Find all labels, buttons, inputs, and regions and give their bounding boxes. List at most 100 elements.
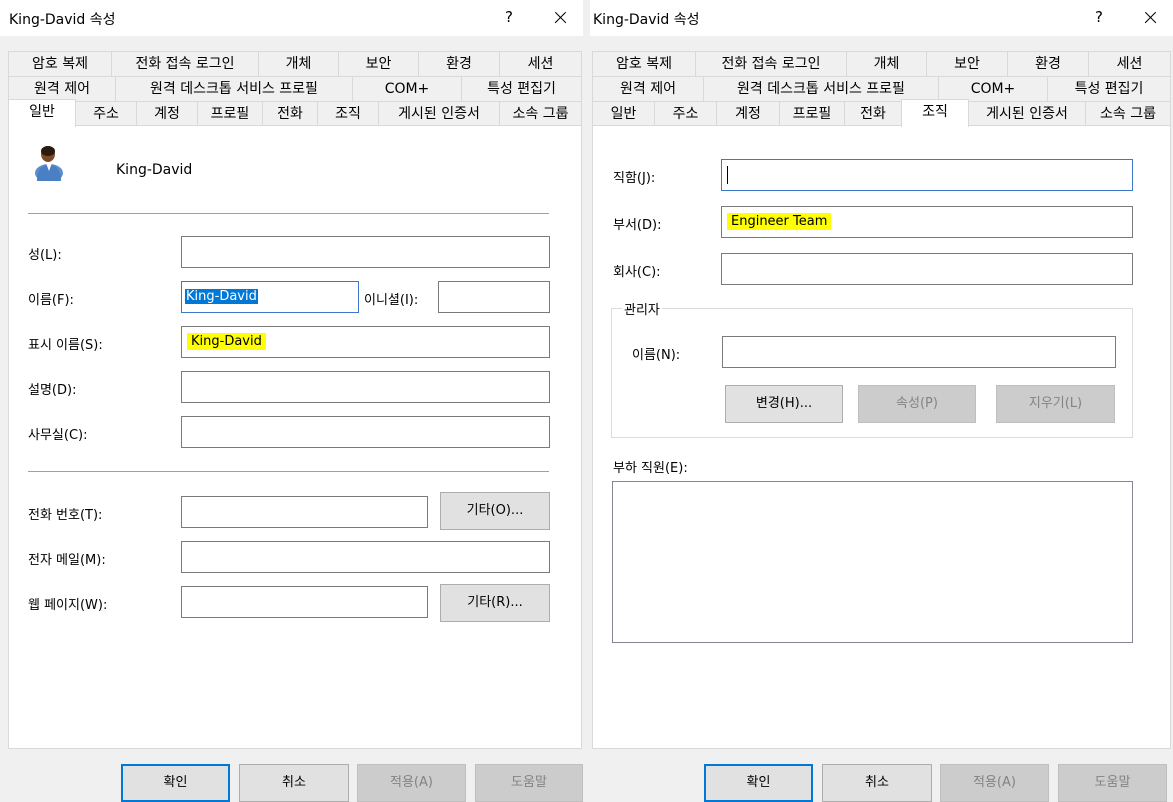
tab-address[interactable]: 주소	[654, 101, 717, 126]
tab-object[interactable]: 개체	[258, 51, 339, 76]
tab-com[interactable]: COM+	[352, 76, 462, 101]
department-input[interactable]: Engineer Team	[721, 206, 1133, 238]
tab-dialin[interactable]: 전화 접속 로그인	[695, 51, 847, 76]
web-other-button[interactable]: 기타(R)...	[440, 584, 550, 622]
tab-organization[interactable]: 조직	[901, 99, 969, 127]
department-value: Engineer Team	[727, 213, 832, 230]
tab-profile[interactable]: 프로필	[779, 101, 845, 126]
ok-button[interactable]: 확인	[121, 764, 230, 802]
apply-button[interactable]: 적용(A)	[357, 764, 466, 802]
tab-replication[interactable]: 암호 복제	[592, 51, 696, 76]
job-title-input[interactable]	[721, 159, 1133, 191]
office-label: 사무실(C):	[28, 428, 88, 443]
help-icon[interactable]: ?	[1095, 8, 1103, 26]
separator	[28, 471, 549, 472]
phone-other-button[interactable]: 기타(O)...	[440, 492, 550, 530]
last-name-label: 성(L):	[28, 248, 62, 263]
properties-dialog-general: King-David 속성 ? 암호 복제 전화 접속 로그인 개체 보안 환경…	[0, 0, 583, 802]
first-name-selected-text: King-David	[185, 289, 258, 304]
window-title: King-David 속성	[593, 12, 700, 28]
direct-reports-label: 부하 직원(E):	[613, 461, 688, 476]
tab-sessions[interactable]: 세션	[1088, 51, 1171, 76]
close-icon[interactable]	[547, 4, 575, 32]
email-label: 전자 메일(M):	[28, 553, 106, 568]
tab-rds-profile[interactable]: 원격 데스크톱 서비스 프로필	[703, 76, 939, 101]
manager-group: 관리자 이름(N): 변경(H)... 속성(P) 지우기(L)	[611, 299, 1133, 438]
title-bar: King-David 속성 ?	[0, 0, 583, 36]
tab-com[interactable]: COM+	[938, 76, 1048, 101]
help-button[interactable]: 도움말	[1058, 764, 1167, 802]
description-label: 설명(D):	[28, 383, 77, 398]
cancel-button[interactable]: 취소	[822, 764, 932, 802]
tab-published-certs[interactable]: 게시된 인증서	[968, 101, 1086, 126]
tab-object[interactable]: 개체	[846, 51, 927, 76]
organization-panel: 직함(J): 부서(D): Engineer Team 회사(C): 관리자 이…	[592, 125, 1171, 749]
office-input[interactable]	[181, 416, 550, 448]
company-label: 회사(C):	[613, 265, 661, 280]
title-bar: King-David 속성 ?	[590, 0, 1173, 36]
manager-clear-button[interactable]: 지우기(L)	[996, 385, 1115, 423]
tab-telephones[interactable]: 전화	[262, 101, 318, 126]
direct-reports-list[interactable]	[612, 481, 1133, 643]
display-name-input[interactable]: King-David	[181, 326, 550, 358]
user-display-name: King-David	[116, 162, 193, 178]
tab-dialin[interactable]: 전화 접속 로그인	[111, 51, 259, 76]
tab-row-1: 암호 복제 전화 접속 로그인 개체 보안 환경 세션	[592, 51, 1171, 76]
tab-replication[interactable]: 암호 복제	[8, 51, 112, 76]
tab-profile[interactable]: 프로필	[197, 101, 263, 126]
tab-member-of[interactable]: 소속 그룹	[499, 101, 582, 126]
last-name-input[interactable]	[181, 236, 550, 268]
tab-remote-control[interactable]: 원격 제어	[592, 76, 704, 101]
tab-row-3: 일반 주소 계정 프로필 전화 조직 게시된 인증서 소속 그룹	[592, 99, 1171, 127]
cancel-button[interactable]: 취소	[239, 764, 349, 802]
tab-security[interactable]: 보안	[926, 51, 1008, 76]
general-panel: King-David 성(L): 이름(F): King-David 이니셜(I…	[8, 125, 582, 749]
manager-group-title: 관리자	[622, 299, 662, 318]
manager-change-button[interactable]: 변경(H)...	[725, 385, 843, 423]
email-input[interactable]	[181, 541, 550, 573]
web-page-input[interactable]	[181, 586, 428, 618]
help-icon[interactable]: ?	[505, 8, 513, 26]
first-name-input[interactable]: King-David	[181, 281, 359, 313]
manager-properties-button[interactable]: 속성(P)	[858, 385, 976, 423]
phone-input[interactable]	[181, 496, 428, 528]
phone-label: 전화 번호(T):	[28, 508, 103, 523]
tab-published-certs[interactable]: 게시된 인증서	[378, 101, 500, 126]
company-input[interactable]	[721, 253, 1133, 285]
tab-telephones[interactable]: 전화	[844, 101, 902, 126]
ok-button[interactable]: 확인	[704, 764, 813, 802]
description-input[interactable]	[181, 371, 550, 403]
job-title-label: 직함(J):	[613, 171, 656, 186]
close-icon[interactable]	[1137, 4, 1165, 32]
tab-remote-control[interactable]: 원격 제어	[8, 76, 116, 101]
tab-row-3: 일반 주소 계정 프로필 전화 조직 게시된 인증서 소속 그룹	[8, 99, 582, 127]
tab-address[interactable]: 주소	[75, 101, 137, 126]
tab-account[interactable]: 계정	[716, 101, 780, 126]
properties-dialog-organization: King-David 속성 ? 암호 복제 전화 접속 로그인 개체 보안 환경…	[590, 0, 1173, 802]
tab-account[interactable]: 계정	[136, 101, 198, 126]
tab-general[interactable]: 일반	[592, 101, 655, 126]
help-button[interactable]: 도움말	[475, 764, 583, 802]
tab-environment[interactable]: 환경	[1007, 51, 1089, 76]
tab-attribute-editor[interactable]: 특성 편집기	[1047, 76, 1171, 101]
tab-row-2: 원격 제어 원격 데스크톱 서비스 프로필 COM+ 특성 편집기	[8, 76, 582, 101]
initials-input[interactable]	[438, 281, 550, 313]
tab-environment[interactable]: 환경	[418, 51, 500, 76]
manager-name-input[interactable]	[722, 336, 1116, 368]
tab-security[interactable]: 보안	[338, 51, 419, 76]
apply-button[interactable]: 적용(A)	[940, 764, 1049, 802]
separator	[28, 213, 549, 214]
display-name-value: King-David	[187, 333, 266, 350]
tab-attribute-editor[interactable]: 특성 편집기	[461, 76, 582, 101]
tab-organization[interactable]: 조직	[317, 101, 379, 126]
manager-name-label: 이름(N):	[632, 348, 681, 363]
user-avatar-icon	[35, 146, 63, 181]
tab-sessions[interactable]: 세션	[499, 51, 582, 76]
window-title: King-David 속성	[9, 12, 116, 28]
department-label: 부서(D):	[613, 218, 662, 233]
tab-general[interactable]: 일반	[8, 99, 76, 127]
initials-label: 이니셜(I):	[364, 293, 419, 308]
tab-row-1: 암호 복제 전화 접속 로그인 개체 보안 환경 세션	[8, 51, 582, 76]
tab-rds-profile[interactable]: 원격 데스크톱 서비스 프로필	[115, 76, 353, 101]
tab-member-of[interactable]: 소속 그룹	[1085, 101, 1171, 126]
